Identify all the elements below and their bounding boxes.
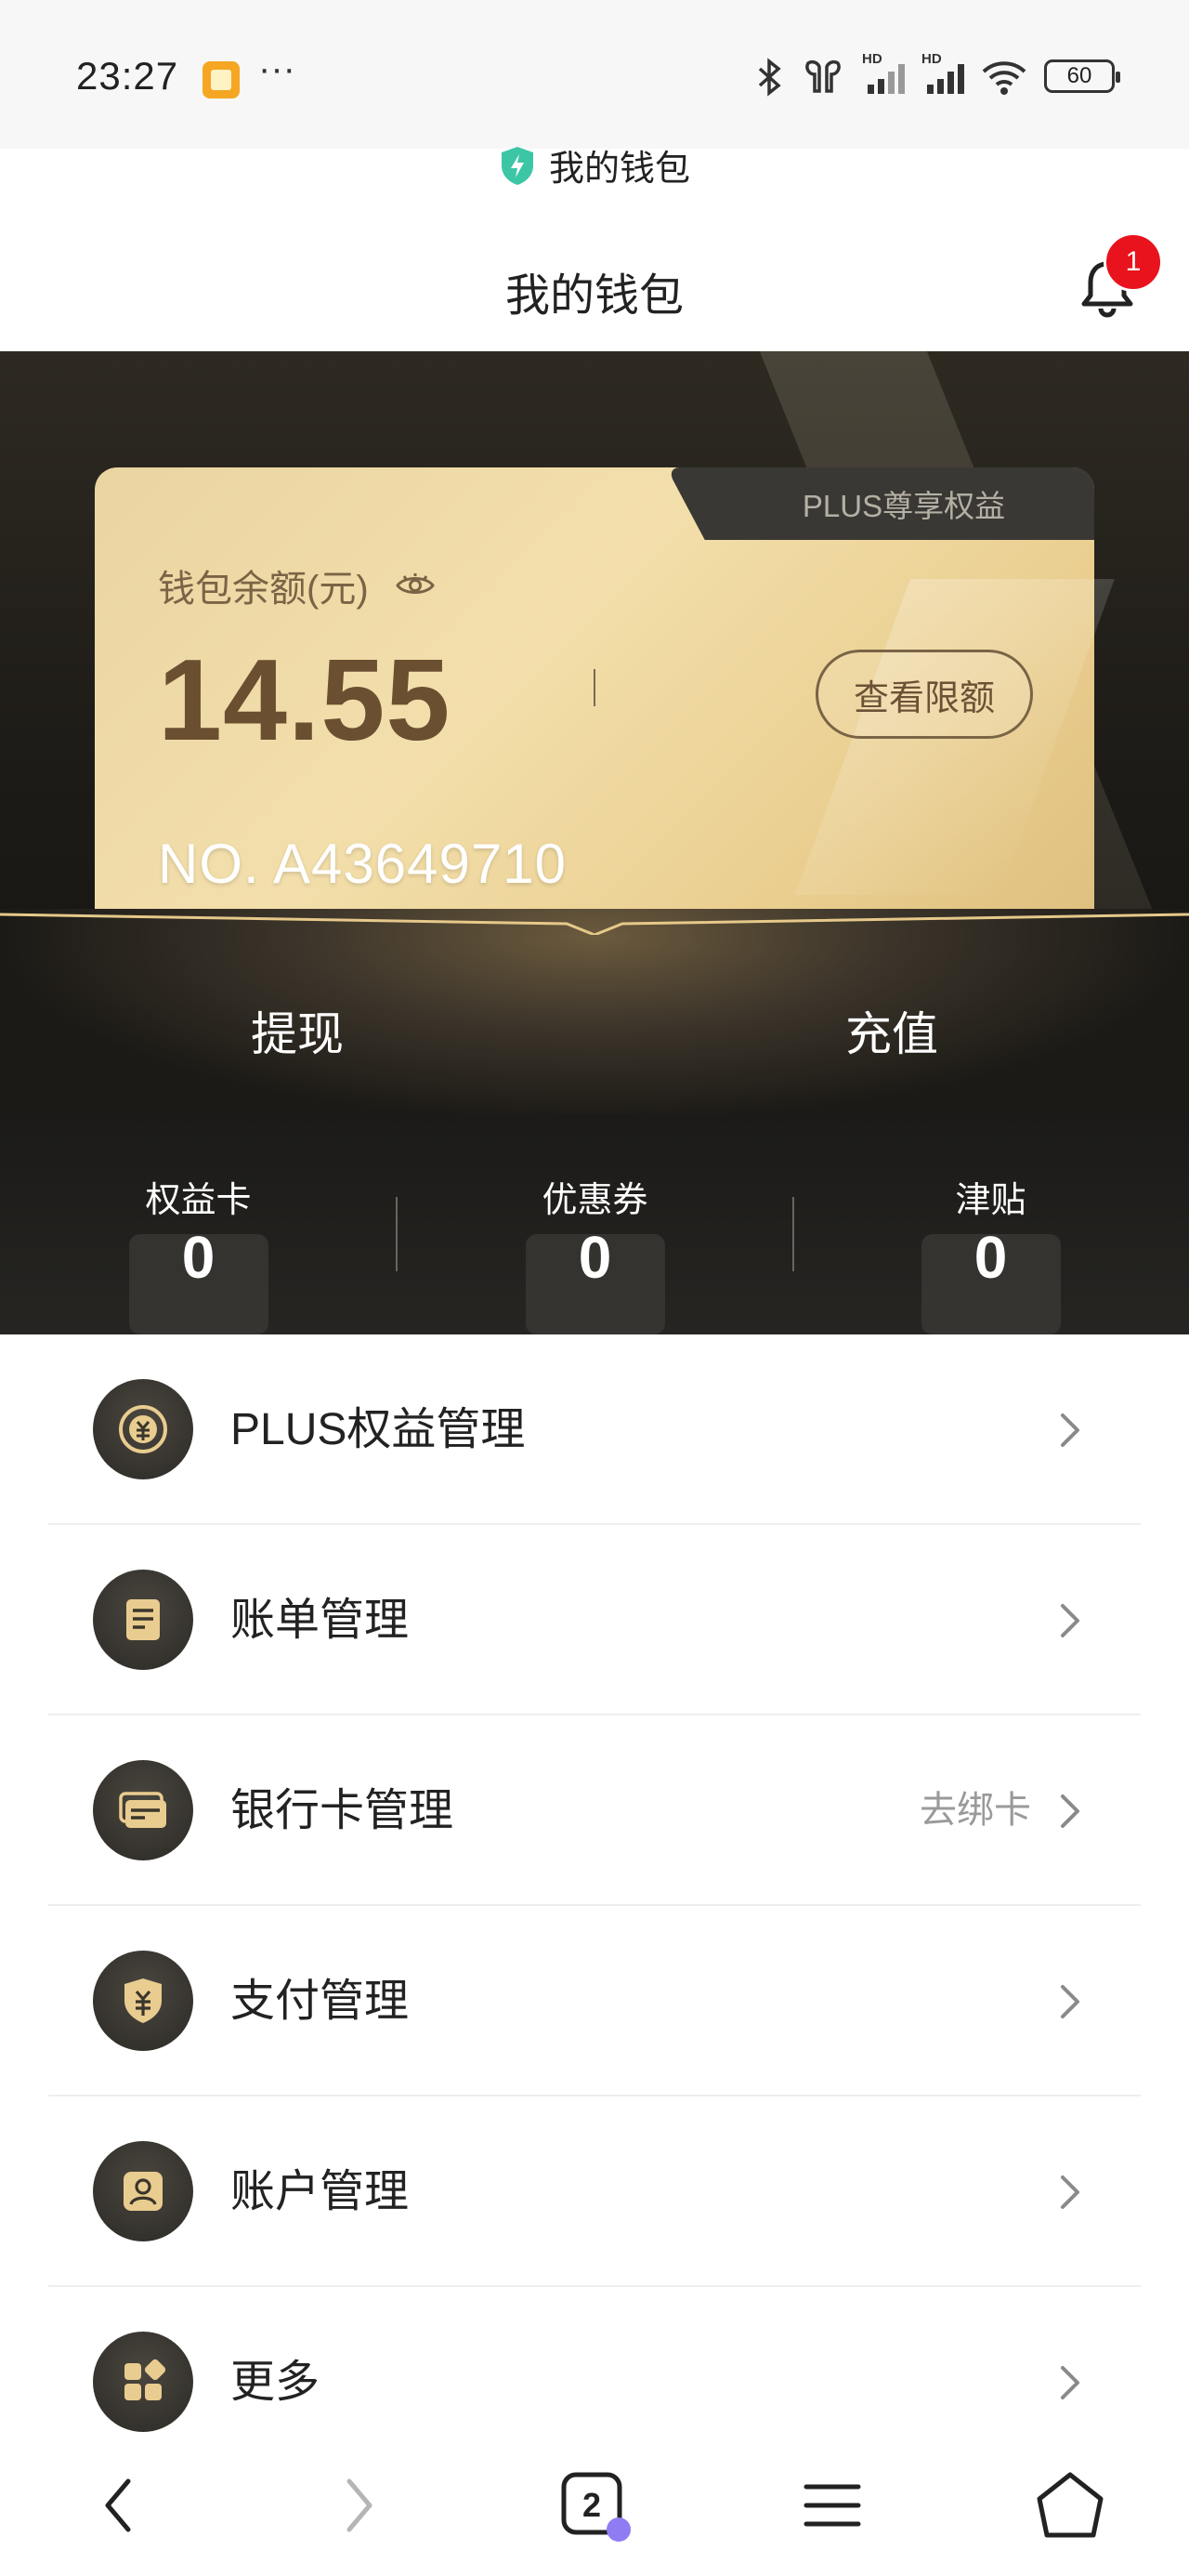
payment-shield-icon (93, 1951, 193, 2051)
chevron-right-icon (1061, 1794, 1079, 1828)
balance-amount: 14.55 (158, 637, 451, 765)
forward-button[interactable] (321, 2468, 396, 2543)
home-button[interactable] (1033, 2468, 1107, 2543)
back-icon (105, 2478, 131, 2532)
signal-hd-icon: HD (921, 51, 964, 94)
notification-icon (203, 61, 240, 99)
balance-label: 钱包余额(元) (158, 569, 369, 610)
url-title: 我的钱包 (548, 150, 690, 189)
view-limit-button[interactable]: 查看限额 (816, 650, 1033, 739)
status-more-dots: ··· (258, 48, 295, 89)
chevron-right-icon (1061, 1604, 1079, 1637)
stat-value: 0 (973, 1224, 1008, 1291)
menu-label: 支付管理 (230, 1977, 410, 2026)
stat-label: 权益卡 (145, 1181, 252, 1220)
stat-label: 优惠券 (542, 1181, 648, 1220)
more-grid-icon (93, 2332, 193, 2432)
wallet-menu: PLUS权益管理 账单管理 银行卡管理 去绑卡 支付管理 账户管理 更多 (48, 1334, 1141, 2477)
plus-coin-icon (93, 1379, 193, 1479)
url-bar[interactable]: 我的钱包 (0, 139, 1189, 191)
earbuds-icon (801, 56, 845, 97)
tabs-button[interactable]: 2 (557, 2468, 632, 2543)
chevron-right-icon (1061, 1985, 1079, 2018)
menu-label: 账户管理 (230, 2167, 410, 2216)
menu-item-bank-cards[interactable]: 银行卡管理 去绑卡 (48, 1715, 1141, 1906)
page-header: 我的钱包 (0, 214, 1189, 351)
wifi-icon (981, 56, 1027, 97)
withdraw-button[interactable]: 提现 (0, 992, 594, 1076)
signal-hd-icon: HD (862, 51, 905, 94)
menu-item-payment[interactable]: 支付管理 (48, 1906, 1141, 2096)
stat-label: 津贴 (955, 1181, 1026, 1220)
bluetooth-icon (756, 56, 784, 97)
shield-icon (501, 146, 533, 185)
notification-badge: 1 (1104, 232, 1163, 292)
menu-icon (804, 2484, 861, 2527)
page-title: 我的钱包 (504, 271, 684, 321)
menu-label: 银行卡管理 (230, 1786, 454, 1835)
stat-benefit-cards[interactable]: 权益卡 0 (0, 1113, 397, 1334)
wallet-hero: PLUS尊享权益 钱包余额(元) 14.55 查看限额 NO. A4364971… (0, 351, 1189, 1113)
plus-benefits-tab[interactable]: PLUS尊享权益 (666, 467, 1094, 540)
plus-benefits-label: PLUS尊享权益 (802, 489, 1006, 523)
status-icons: HD HD 60 (756, 51, 1120, 97)
tabs-icon: 2 (561, 2472, 631, 2542)
menu-label: PLUS权益管理 (230, 1405, 526, 1454)
benefits-stats: 权益卡 0 优惠券 0 津贴 0 (0, 1113, 1189, 1334)
wallet-actions: 提现 充值 (0, 992, 1189, 1076)
stat-value: 0 (578, 1224, 612, 1291)
menu-button[interactable] (795, 2468, 869, 2543)
wallet-number: NO. A43649710 (158, 833, 568, 895)
bill-icon (93, 1570, 193, 1670)
menu-item-plus-benefits[interactable]: PLUS权益管理 (48, 1334, 1141, 1525)
bank-card-icon (93, 1760, 193, 1860)
chevron-right-icon (1061, 1413, 1079, 1447)
battery-icon: 60 (1044, 59, 1120, 93)
home-icon (1037, 2472, 1104, 2538)
account-icon (93, 2141, 193, 2241)
status-bar: 23:27 ··· HD HD 60 我的钱包 (0, 0, 1189, 189)
balance-label-row: 钱包余额(元) (158, 559, 436, 612)
chevron-right-icon (1061, 2366, 1079, 2399)
menu-label: 账单管理 (230, 1596, 410, 1645)
tab-count: 2 (582, 2486, 601, 2524)
stat-allowance[interactable]: 津贴 0 (792, 1113, 1189, 1334)
status-time: 23:27 (76, 54, 179, 98)
pocket-edge (0, 913, 1189, 935)
chevron-right-icon (1061, 2175, 1079, 2209)
stat-coupons[interactable]: 优惠券 0 (397, 1113, 793, 1334)
forward-icon (346, 2478, 372, 2532)
menu-item-account[interactable]: 账户管理 (48, 2096, 1141, 2287)
recharge-button[interactable]: 充值 (594, 992, 1189, 1076)
eye-icon[interactable] (395, 572, 436, 599)
action-divider (594, 669, 595, 706)
menu-item-bills[interactable]: 账单管理 (48, 1525, 1141, 1715)
browser-bottom-nav: 2 (0, 2435, 1189, 2576)
bind-card-hint[interactable]: 去绑卡 (920, 1715, 1031, 1906)
back-button[interactable] (82, 2468, 156, 2543)
stat-value: 0 (181, 1224, 216, 1291)
